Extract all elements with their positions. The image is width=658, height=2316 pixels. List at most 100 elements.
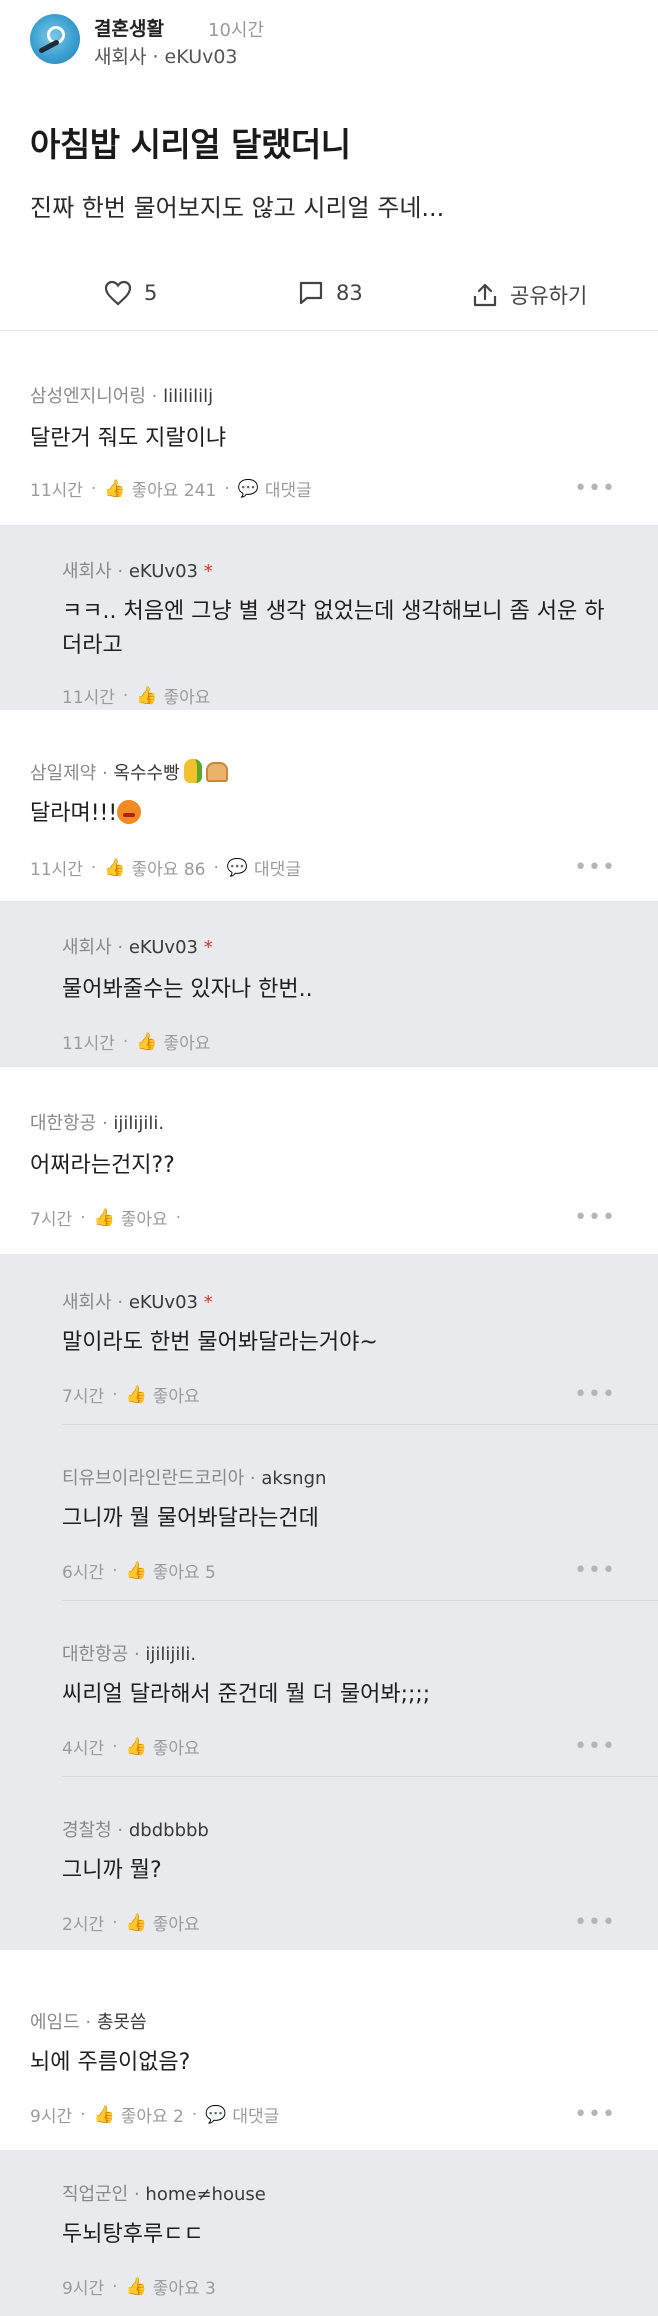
comment-text: 어쩌라는건지?? [30,1153,175,1178]
speech-bubble-icon: 💬 [226,857,249,878]
comment-nick[interactable]: home≠house [145,2184,265,2205]
comment-like-button[interactable]: 👍 좋아요 [93,1205,168,1231]
comment-nick[interactable]: eKUv03 [129,561,198,582]
more-options-icon[interactable]: ••• [574,476,616,501]
comment-text: 뇌에 주름이없음? [30,2050,191,2075]
thumbs-up-icon: 👍 [93,2104,115,2125]
thumbs-up-icon: 👍 [125,1384,147,1405]
bread-emoji-icon [205,762,228,782]
comment-company: 대한항공 [30,1113,97,1134]
comment-time: 9시간 [62,2279,105,2299]
share-button[interactable]: 공유하기 [472,280,587,310]
channel-avatar[interactable] [30,14,80,64]
comment-nick[interactable]: lililililj [163,386,213,407]
comment-like-button[interactable]: 👍 좋아요 3 [125,2274,216,2300]
post-author: 새회사 · eKUv03 [94,46,238,68]
comment-company: 직업군인 [62,2184,129,2205]
comment-text: 그니까 뭘 물어봐달라는건데 [62,1506,319,1531]
comment-text: 달라며!!! [30,797,142,831]
comment-footer: 4시간 · 👍 좋아요 [62,1734,200,1760]
comment-company: 대한항공 [62,1644,129,1665]
share-label: 공유하기 [510,284,588,308]
reply-comment: 새회사 · eKUv03 * 물어봐줄수는 있자나 한번.. 11시간 · 👍 좋아… [0,901,658,1067]
heart-icon [104,280,132,306]
comment-time: 11시간 [30,481,83,501]
thumbs-up-icon: 👍 [93,1207,115,1228]
comment-time: 11시간 [30,860,83,880]
thumbs-up-icon: 👍 [104,478,126,499]
more-options-icon[interactable]: ••• [574,855,616,880]
comment-button[interactable]: 83 [298,280,363,306]
thumbs-up-icon: 👍 [125,1912,147,1933]
comment-like-button[interactable]: 👍 좋아요 [136,683,210,709]
author-star: * [203,1292,213,1313]
comment-company: 티유브이라인란드코리아 [62,1468,245,1489]
comment-footer: 9시간 · 👍 좋아요 2 · 💬 대댓글 [30,2102,279,2128]
share-icon [473,283,497,307]
comment-like-button[interactable]: 👍 좋아요 [125,1910,200,1936]
channel-name[interactable]: 결혼생활 [94,14,164,41]
comment-like-button[interactable]: 👍 좋아요 5 [125,1558,216,1584]
thumbs-up-icon: 👍 [136,685,158,706]
comment-footer: 2시간 · 👍 좋아요 [62,1910,200,1936]
comment-like-button[interactable]: 👍 좋아요 86 [104,855,205,881]
author-star: * [203,561,213,582]
comment-company: 삼성엔지니어링 [30,386,146,407]
comment-like-button[interactable]: 👍 좋아요 241 [104,476,216,502]
comment-footer: 9시간 · 👍 좋아요 3 [62,2274,216,2300]
comment-company: 에임드 [30,2012,80,2033]
reply-button[interactable]: 💬 대댓글 [226,855,301,881]
comment-footer: 7시간 · 👍 좋아요 · [30,1205,189,1231]
comment-footer: 11시간 · 👍 좋아요 [62,1029,210,1055]
more-options-icon[interactable]: ••• [574,1734,616,1759]
thumbs-up-icon: 👍 [125,1736,147,1757]
comment-time: 11시간 [62,1034,115,1054]
comment-nick[interactable]: 옥수수빵 [113,763,179,784]
comment-like-button[interactable]: 👍 좋아요 [136,1029,210,1055]
comment-like-button[interactable]: 👍 좋아요 [125,1734,200,1760]
more-options-icon[interactable]: ••• [574,1910,616,1935]
corn-emoji-icon [183,759,202,783]
comment-nick[interactable]: eKUv03 [129,1292,198,1313]
comment-company: 경찰청 [62,1820,112,1841]
comment-footer: 7시간 · 👍 좋아요 [62,1382,200,1408]
comment-nick[interactable]: 총못씀 [97,2012,147,2033]
comment: 에임드 · 총못씀 뇌에 주름이없음? 9시간 · 👍 좋아요 2 · 💬 대댓글 ••… [30,2012,616,2128]
comment-footer: 11시간 · 👍 좋아요 [62,683,210,709]
comment-nick[interactable]: aksngn [261,1468,326,1489]
comment-like-button[interactable]: 👍 좋아요 2 [93,2102,184,2128]
author-star: * [203,937,213,958]
comment-count: 83 [336,281,363,305]
reply-thread: 새회사 · eKUv03 * 말이라도 한번 물어봐달라는거야~ 7시간 · 👍 좋… [0,1254,658,1950]
comment-company: 삼일제약 [30,763,97,784]
like-count: 5 [144,281,158,305]
comment-text: 말이라도 한번 물어봐달라는거야~ [62,1330,378,1355]
comment-like-button[interactable]: 👍 좋아요 [125,1382,200,1408]
comment: 삼성엔지니어링 · lililililj 달란거 줘도 지랄이냐 11시간 · 👍… [30,386,616,502]
thumbs-up-icon: 👍 [136,1031,158,1052]
more-options-icon[interactable]: ••• [574,2102,616,2127]
speech-bubble-icon: 💬 [205,2104,227,2125]
comment-nick[interactable]: dbdbbbb [129,1820,209,1841]
comment-nick[interactable]: ijilijili. [113,1113,164,1134]
comment-company: 새회사 [62,561,112,582]
post-header: 결혼생활 10시간 새회사 · eKUv03 [30,14,630,74]
more-options-icon[interactable]: ••• [574,1205,616,1230]
reply-button[interactable]: 💬 대댓글 [237,476,312,502]
thumbs-up-icon: 👍 [125,1560,147,1581]
comment-nick[interactable]: eKUv03 [129,937,198,958]
post-body: 진짜 한번 물어보지도 않고 시리얼 주네... [30,194,445,222]
more-options-icon[interactable]: ••• [574,1558,616,1583]
comment-company: 새회사 [62,1292,112,1313]
speech-bubble-icon: 💬 [237,478,259,499]
comment-text: 씨리얼 달라해서 준건데 뭘 더 물어봐;;;; [62,1682,431,1707]
thumbs-up-icon: 👍 [125,2276,147,2297]
more-options-icon[interactable]: ••• [574,1382,616,1407]
thumbs-up-icon: 👍 [104,857,126,878]
comment-nick[interactable]: ijilijili. [145,1644,196,1665]
comment-footer: 11시간 · 👍 좋아요 86 · 💬 대댓글 [30,855,301,881]
comment-text: 두뇌탕후루ㄷㄷ [62,2222,204,2247]
comment-time: 6시간 [62,1563,105,1583]
reply-button[interactable]: 💬 대댓글 [205,2102,279,2128]
like-button[interactable]: 5 [104,280,157,306]
